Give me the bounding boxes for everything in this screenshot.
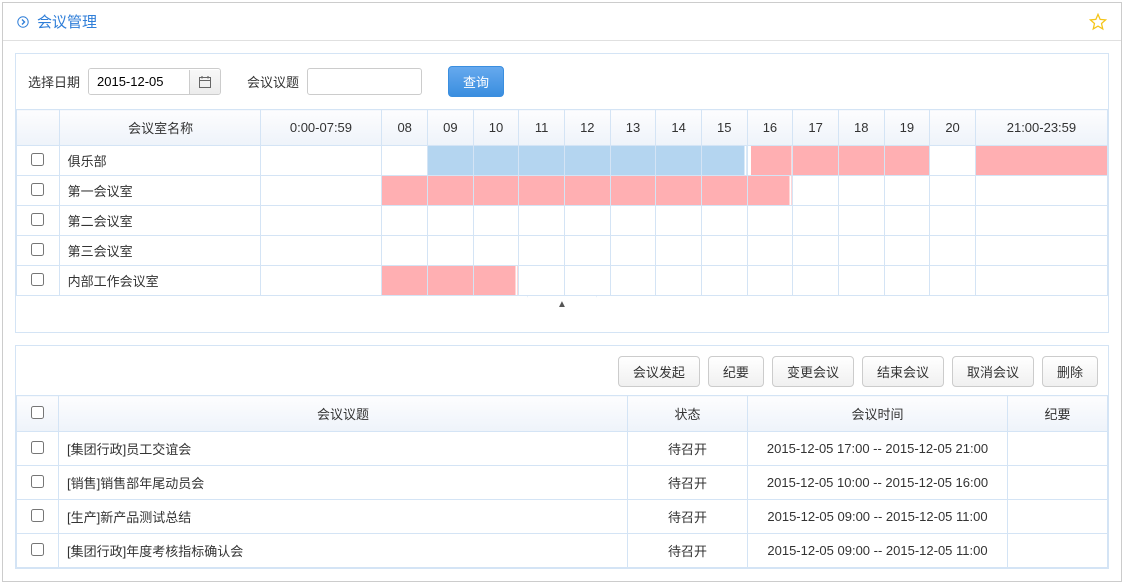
calendar-icon	[198, 75, 212, 89]
col-header-hour: 17	[793, 110, 839, 146]
col-header-hour: 20	[930, 110, 976, 146]
meeting-topic-cell: [生产]新产品测试总结	[59, 500, 628, 534]
chevron-up-icon: ▲	[557, 299, 567, 310]
minutes-button[interactable]: 纪要	[708, 356, 764, 387]
chevron-right-icon	[17, 16, 29, 28]
meeting-time-cell: 2015-12-05 10:00 -- 2015-12-05 16:00	[748, 466, 1008, 500]
end-meeting-button[interactable]: 结束会议	[862, 356, 944, 387]
meeting-row: [生产]新产品测试总结待召开2015-12-05 09:00 -- 2015-1…	[17, 500, 1108, 534]
room-name-cell: 内部工作会议室	[59, 266, 260, 296]
col-header-hour: 10	[473, 110, 519, 146]
search-button[interactable]: 查询	[448, 66, 504, 97]
collapse-toggle[interactable]: ▲	[527, 295, 597, 318]
topic-input[interactable]	[307, 68, 422, 95]
room-name-cell: 第三会议室	[59, 236, 260, 266]
meeting-row: [集团行政]年度考核指标确认会待召开2015-12-05 09:00 -- 20…	[17, 534, 1108, 568]
select-all-checkbox[interactable]	[31, 406, 44, 419]
room-row: 内部工作会议室	[17, 266, 1108, 296]
meeting-notes-cell	[1008, 466, 1108, 500]
col-header-notes: 纪要	[1008, 396, 1108, 432]
meeting-topic-cell: [销售]销售部年尾动员会	[59, 466, 628, 500]
col-header-hour: 16	[747, 110, 793, 146]
room-row: 俱乐部	[17, 146, 1108, 176]
col-header-hour: 08	[382, 110, 428, 146]
col-header-room: 会议室名称	[59, 110, 260, 146]
col-header-hour: 12	[564, 110, 610, 146]
meeting-row: [集团行政]员工交谊会待召开2015-12-05 17:00 -- 2015-1…	[17, 432, 1108, 466]
col-header-time: 会议时间	[748, 396, 1008, 432]
col-header-hour: 15	[701, 110, 747, 146]
meeting-status-cell: 待召开	[628, 534, 748, 568]
room-row: 第二会议室	[17, 206, 1108, 236]
meeting-topic-cell: [集团行政]员工交谊会	[59, 432, 628, 466]
page-title: 会议管理	[37, 11, 1089, 32]
room-name-cell: 第二会议室	[59, 206, 260, 236]
room-row: 第一会议室	[17, 176, 1108, 206]
col-header-hour: 11	[519, 110, 565, 146]
meeting-topic-cell: [集团行政]年度考核指标确认会	[59, 534, 628, 568]
meeting-notes-cell	[1008, 500, 1108, 534]
room-checkbox[interactable]	[31, 213, 44, 226]
col-header-hour: 14	[656, 110, 702, 146]
meeting-checkbox[interactable]	[31, 509, 44, 522]
favorite-star-icon[interactable]	[1089, 13, 1107, 31]
meeting-checkbox[interactable]	[31, 543, 44, 556]
schedule-table: 会议室名称0:00-07:590809101112131415161718192…	[16, 109, 1108, 296]
cancel-meeting-button[interactable]: 取消会议	[952, 356, 1034, 387]
meeting-time-cell: 2015-12-05 09:00 -- 2015-12-05 11:00	[748, 500, 1008, 534]
meeting-list-table: 会议议题 状态 会议时间 纪要 [集团行政]员工交谊会待召开2015-12-05…	[16, 395, 1108, 568]
meeting-notes-cell	[1008, 534, 1108, 568]
meeting-time-cell: 2015-12-05 17:00 -- 2015-12-05 21:00	[748, 432, 1008, 466]
room-checkbox[interactable]	[31, 153, 44, 166]
meeting-status-cell: 待召开	[628, 466, 748, 500]
col-header-status: 状态	[628, 396, 748, 432]
change-meeting-button[interactable]: 变更会议	[772, 356, 854, 387]
delete-button[interactable]: 删除	[1042, 356, 1098, 387]
topic-label: 会议议题	[247, 72, 299, 91]
room-name-cell: 第一会议室	[59, 176, 260, 206]
create-meeting-button[interactable]: 会议发起	[618, 356, 700, 387]
meeting-status-cell: 待召开	[628, 500, 748, 534]
meeting-time-cell: 2015-12-05 09:00 -- 2015-12-05 11:00	[748, 534, 1008, 568]
col-header-hour: 18	[838, 110, 884, 146]
room-checkbox[interactable]	[31, 243, 44, 256]
meeting-notes-cell	[1008, 432, 1108, 466]
col-header-late: 21:00-23:59	[975, 110, 1107, 146]
date-input[interactable]	[89, 69, 189, 94]
meeting-row: [销售]销售部年尾动员会待召开2015-12-05 10:00 -- 2015-…	[17, 466, 1108, 500]
col-header-hour: 13	[610, 110, 656, 146]
room-name-cell: 俱乐部	[59, 146, 260, 176]
room-row: 第三会议室	[17, 236, 1108, 266]
meeting-checkbox[interactable]	[31, 441, 44, 454]
col-header-topic: 会议议题	[59, 396, 628, 432]
meeting-status-cell: 待召开	[628, 432, 748, 466]
calendar-picker-button[interactable]	[189, 70, 220, 94]
col-header-hour: 19	[884, 110, 930, 146]
meeting-checkbox[interactable]	[31, 475, 44, 488]
col-header-hour: 09	[428, 110, 474, 146]
room-checkbox[interactable]	[31, 273, 44, 286]
date-label: 选择日期	[28, 72, 80, 91]
col-header-early: 0:00-07:59	[260, 110, 382, 146]
room-checkbox[interactable]	[31, 183, 44, 196]
